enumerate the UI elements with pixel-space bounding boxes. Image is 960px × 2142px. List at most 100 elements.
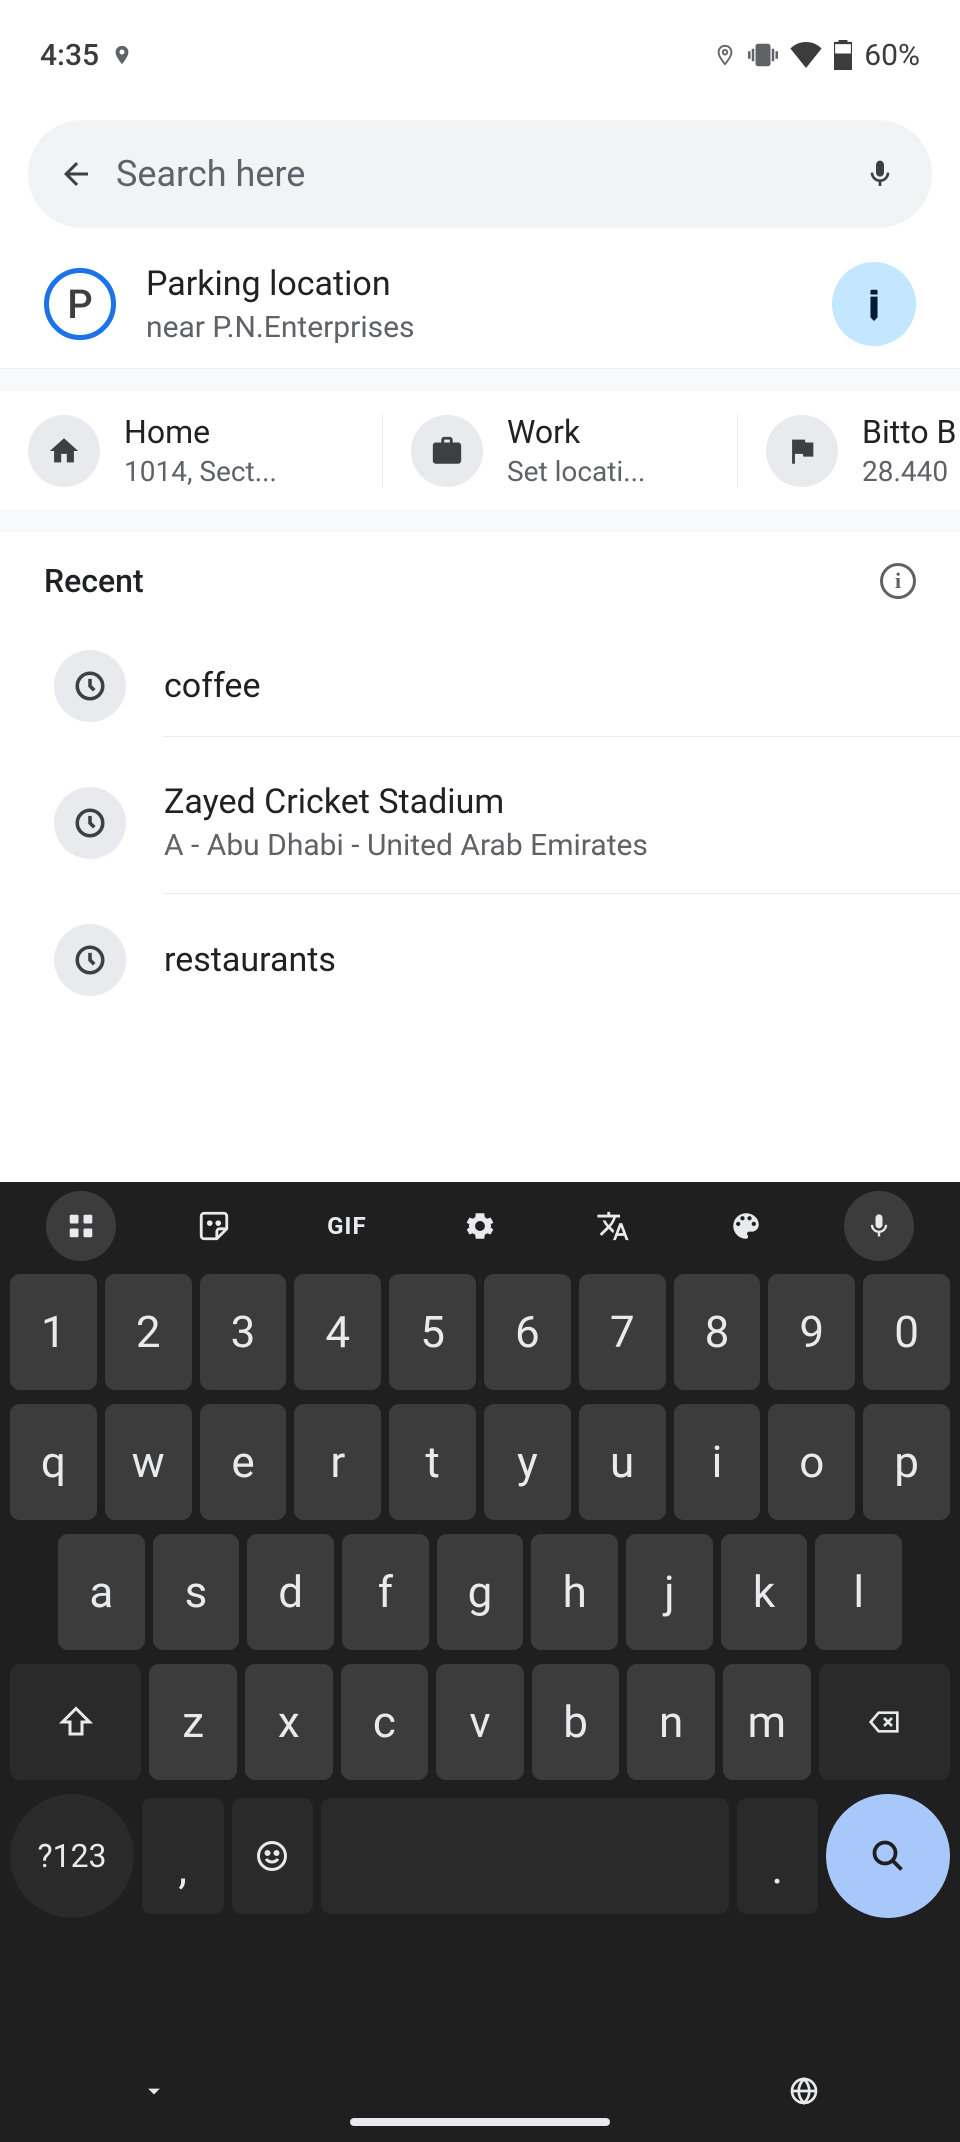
parking-icon: P (44, 268, 116, 340)
key-space[interactable] (321, 1798, 729, 1914)
key-6[interactable]: 6 (484, 1274, 571, 1390)
key-search[interactable] (826, 1794, 950, 1918)
edit-parking-button[interactable] (815, 245, 934, 364)
key-z[interactable]: z (149, 1664, 237, 1780)
key-c[interactable]: c (341, 1664, 429, 1780)
kb-bottom-row: ?123 , . (10, 1794, 950, 1918)
key-d[interactable]: d (247, 1534, 334, 1650)
kb-asdf-row: a s d f g h j k l (10, 1534, 950, 1650)
recent-label: coffee (164, 666, 930, 706)
kb-zxcv-row: z x c v b n m (10, 1664, 950, 1780)
recent-label: restaurants (164, 940, 930, 980)
kb-gif-button[interactable]: GIF (312, 1191, 382, 1261)
shortcut-home[interactable]: Home 1014, Sect... (28, 413, 383, 488)
key-h[interactable]: h (531, 1534, 618, 1650)
kb-number-row: 1 2 3 4 5 6 7 8 9 0 (10, 1274, 950, 1390)
chevron-down-icon[interactable] (140, 2077, 168, 2105)
clock-icon (54, 787, 126, 859)
key-w[interactable]: w (105, 1404, 192, 1520)
emoji-icon (254, 1838, 290, 1874)
recent-item[interactable]: Zayed Cricket Stadium A - Abu Dhabi - Un… (0, 752, 960, 894)
key-s[interactable]: s (153, 1534, 240, 1650)
key-x[interactable]: x (245, 1664, 333, 1780)
info-icon[interactable] (880, 563, 916, 599)
briefcase-icon (411, 415, 483, 487)
kb-qwerty-row: q w e r t y u i o p (10, 1404, 950, 1520)
mic-icon (864, 154, 896, 194)
shortcut-work[interactable]: Work Set locati... (383, 413, 738, 488)
key-n[interactable]: n (627, 1664, 715, 1780)
parking-subtitle: near P.N.Enterprises (146, 310, 802, 345)
key-0[interactable]: 0 (863, 1274, 950, 1390)
arrow-back-icon (58, 156, 94, 192)
key-f[interactable]: f (342, 1534, 429, 1650)
key-b[interactable]: b (532, 1664, 620, 1780)
key-1[interactable]: 1 (10, 1274, 97, 1390)
shortcut-custom[interactable]: Bitto B 28.440 (738, 413, 960, 488)
key-emoji[interactable] (232, 1798, 314, 1914)
kb-palette-icon[interactable] (711, 1191, 781, 1261)
kb-translate-icon[interactable] (578, 1191, 648, 1261)
search-input[interactable]: Search here (116, 153, 864, 195)
key-r[interactable]: r (294, 1404, 381, 1520)
key-8[interactable]: 8 (674, 1274, 761, 1390)
shift-icon (58, 1704, 94, 1740)
flag-icon (766, 415, 838, 487)
key-y[interactable]: y (484, 1404, 571, 1520)
key-4[interactable]: 4 (294, 1274, 381, 1390)
recent-header: Recent (0, 532, 960, 620)
key-p[interactable]: p (863, 1404, 950, 1520)
key-i[interactable]: i (674, 1404, 761, 1520)
recent-label: Zayed Cricket Stadium (164, 782, 930, 822)
key-g[interactable]: g (437, 1534, 524, 1650)
vibrate-icon (748, 40, 778, 70)
nav-handle[interactable] (350, 2118, 610, 2126)
key-period[interactable]: . (737, 1798, 819, 1914)
kb-apps-icon[interactable] (46, 1191, 116, 1261)
search-bar[interactable]: Search here (28, 120, 932, 228)
recent-item[interactable]: coffee (0, 620, 960, 752)
key-mode[interactable]: ?123 (10, 1794, 134, 1918)
key-t[interactable]: t (389, 1404, 476, 1520)
wifi-icon (790, 42, 822, 68)
key-shift[interactable] (10, 1664, 141, 1780)
back-button[interactable] (56, 154, 96, 194)
key-o[interactable]: o (768, 1404, 855, 1520)
voice-search-button[interactable] (864, 154, 904, 194)
key-backspace[interactable] (819, 1664, 950, 1780)
globe-icon[interactable] (788, 2075, 820, 2107)
key-j[interactable]: j (626, 1534, 713, 1650)
battery-icon (834, 40, 852, 70)
parking-location-row[interactable]: P Parking location near P.N.Enterprises (0, 240, 960, 369)
shortcut-title: Bitto B (862, 413, 956, 451)
kb-sticker-icon[interactable] (179, 1191, 249, 1261)
shortcut-subtitle: Set locati... (507, 455, 645, 488)
shortcut-title: Home (124, 413, 277, 451)
kb-settings-icon[interactable] (445, 1191, 515, 1261)
shortcut-subtitle: 28.440 (862, 455, 956, 488)
key-k[interactable]: k (721, 1534, 808, 1650)
key-9[interactable]: 9 (768, 1274, 855, 1390)
key-u[interactable]: u (579, 1404, 666, 1520)
key-7[interactable]: 7 (579, 1274, 666, 1390)
backspace-icon (863, 1706, 905, 1738)
key-comma[interactable]: , (142, 1798, 224, 1914)
search-icon (870, 1838, 906, 1874)
key-2[interactable]: 2 (105, 1274, 192, 1390)
key-m[interactable]: m (723, 1664, 811, 1780)
key-5[interactable]: 5 (389, 1274, 476, 1390)
shortcuts-row: Home 1014, Sect... Work Set locati... Bi… (0, 391, 960, 510)
battery-percent: 60% (864, 38, 920, 73)
key-e[interactable]: e (200, 1404, 287, 1520)
home-icon (28, 415, 100, 487)
key-a[interactable]: a (58, 1534, 145, 1650)
status-time: 4:35 (40, 38, 99, 73)
key-l[interactable]: l (815, 1534, 902, 1650)
key-v[interactable]: v (436, 1664, 524, 1780)
key-3[interactable]: 3 (200, 1274, 287, 1390)
key-q[interactable]: q (10, 1404, 97, 1520)
status-bar: 4:35 60% (0, 0, 960, 110)
kb-mic-icon[interactable] (844, 1191, 914, 1261)
recent-item[interactable]: restaurants (0, 894, 960, 1026)
pencil-icon (851, 281, 896, 326)
